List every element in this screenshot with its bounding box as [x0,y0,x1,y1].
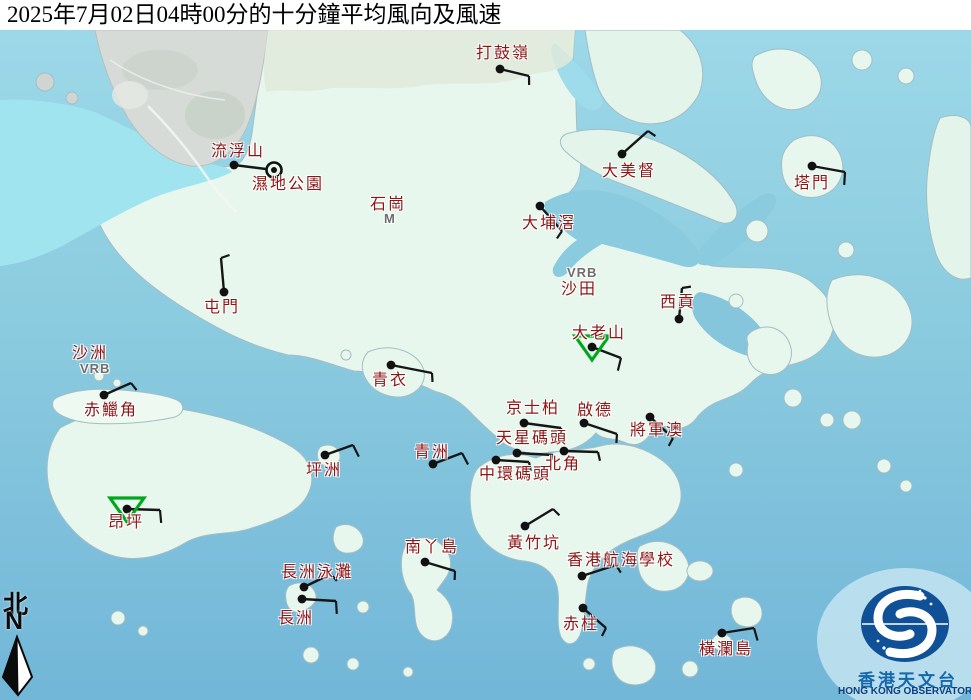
station-label: 大老山 [572,325,626,342]
island-small [682,661,698,677]
station-dot [300,583,309,592]
island-ma-wan [341,350,351,360]
station-dot [579,604,588,613]
station-label: 中環碼頭 [479,466,551,483]
station-label: 將軍澳 [630,422,684,439]
station-label: 沙洲 [72,345,108,362]
station-dot [580,419,589,428]
station-dot [646,413,655,422]
island-small [111,611,125,625]
island-small [729,294,743,308]
station-dot [588,343,597,352]
island-tung-lung [687,561,713,581]
station-dot [675,315,684,324]
station-dot [618,150,627,159]
wind-barb-tick [682,287,691,288]
station-label: 啟德 [577,402,613,419]
wind-barb-tick [160,510,161,523]
station-dot [496,65,505,74]
island-small [357,601,369,613]
station-annotation: VRB [567,266,597,280]
station-dot [808,162,817,171]
island-small [838,242,854,258]
logo-title-english: HONG KONG OBSERVATORY [838,686,971,697]
island-beaufort [731,597,762,627]
station-label: 青衣 [372,372,408,389]
station-label: 赤鱲角 [84,402,138,419]
station-dot [220,288,229,297]
station-label: 濕地公園 [252,176,324,193]
station-label: 塔門 [794,175,830,192]
station-dot [230,161,239,170]
station-label: 坪洲 [306,462,342,479]
island-small [66,92,78,104]
station-label: 打鼓嶺 [476,45,530,62]
station-label: 黃竹坑 [507,535,561,552]
station-label: 香港航海學校 [567,552,675,569]
island-small [877,459,891,473]
station-dot [298,595,307,604]
island-small [303,647,319,663]
station-dot [560,447,569,456]
station-dot [718,629,727,638]
wind-barb-tick [616,434,617,443]
station-label: 沙田 [561,281,597,298]
station-label: 屯門 [204,299,240,316]
island-small [138,626,148,636]
station-label: 橫瀾島 [699,641,753,658]
island-small [729,463,743,477]
station-label: 京士柏 [506,400,560,417]
station-label: 流浮山 [211,143,265,160]
map-title: 2025年7月02日04時00分的十分鐘平均風向及風速 [0,0,971,30]
station-dot [513,449,522,458]
island-small [900,480,912,492]
station-dot [387,361,396,370]
wind-barb-tick [844,172,845,185]
island-small [36,73,54,91]
station-label: 天星碼頭 [496,430,568,447]
station-dot [536,202,545,211]
island-small [843,411,861,429]
island-small [746,220,768,242]
station-dot [421,558,430,567]
station-annotation: VRB [80,362,110,376]
island-small [784,389,802,407]
island-small [898,68,914,84]
station-label: 昂坪 [108,514,144,531]
station-label: 大埔滘 [522,215,576,232]
station-label: 赤柱 [563,616,599,633]
station-dot [100,391,109,400]
station-label: 長洲泳灘 [281,564,353,581]
station-label: 青洲 [414,444,450,461]
island-small [852,50,872,70]
station-label: 南丫島 [405,539,459,556]
wind-barb-tick [336,601,337,614]
station-dot [123,505,132,514]
calm-wind-icon-center [271,167,277,173]
wind-barb-shaft [564,451,598,452]
wind-barb-tick [432,373,433,382]
station-annotation: M [384,212,396,226]
urban-block-patch [112,81,148,109]
station-dot [520,419,529,428]
island-small [820,413,834,427]
hong-kong-map [0,0,971,700]
island-small [113,379,121,387]
station-label: 長洲 [278,610,314,627]
wind-map-screen: 2025年7月02日04時00分的十分鐘平均風向及風速 打鼓嶺流浮山濕地公園石崗… [0,0,971,700]
station-dot [578,572,587,581]
station-label: 西貢 [660,294,696,311]
station-label: 大美督 [602,163,656,180]
island-small [403,667,413,677]
station-dot [521,522,530,531]
wind-barb-shaft [127,509,160,510]
station-dot [321,451,330,460]
island-small [347,658,359,670]
north-label-letter: N [5,607,23,636]
island-small [583,658,595,670]
station-dot [492,456,501,465]
